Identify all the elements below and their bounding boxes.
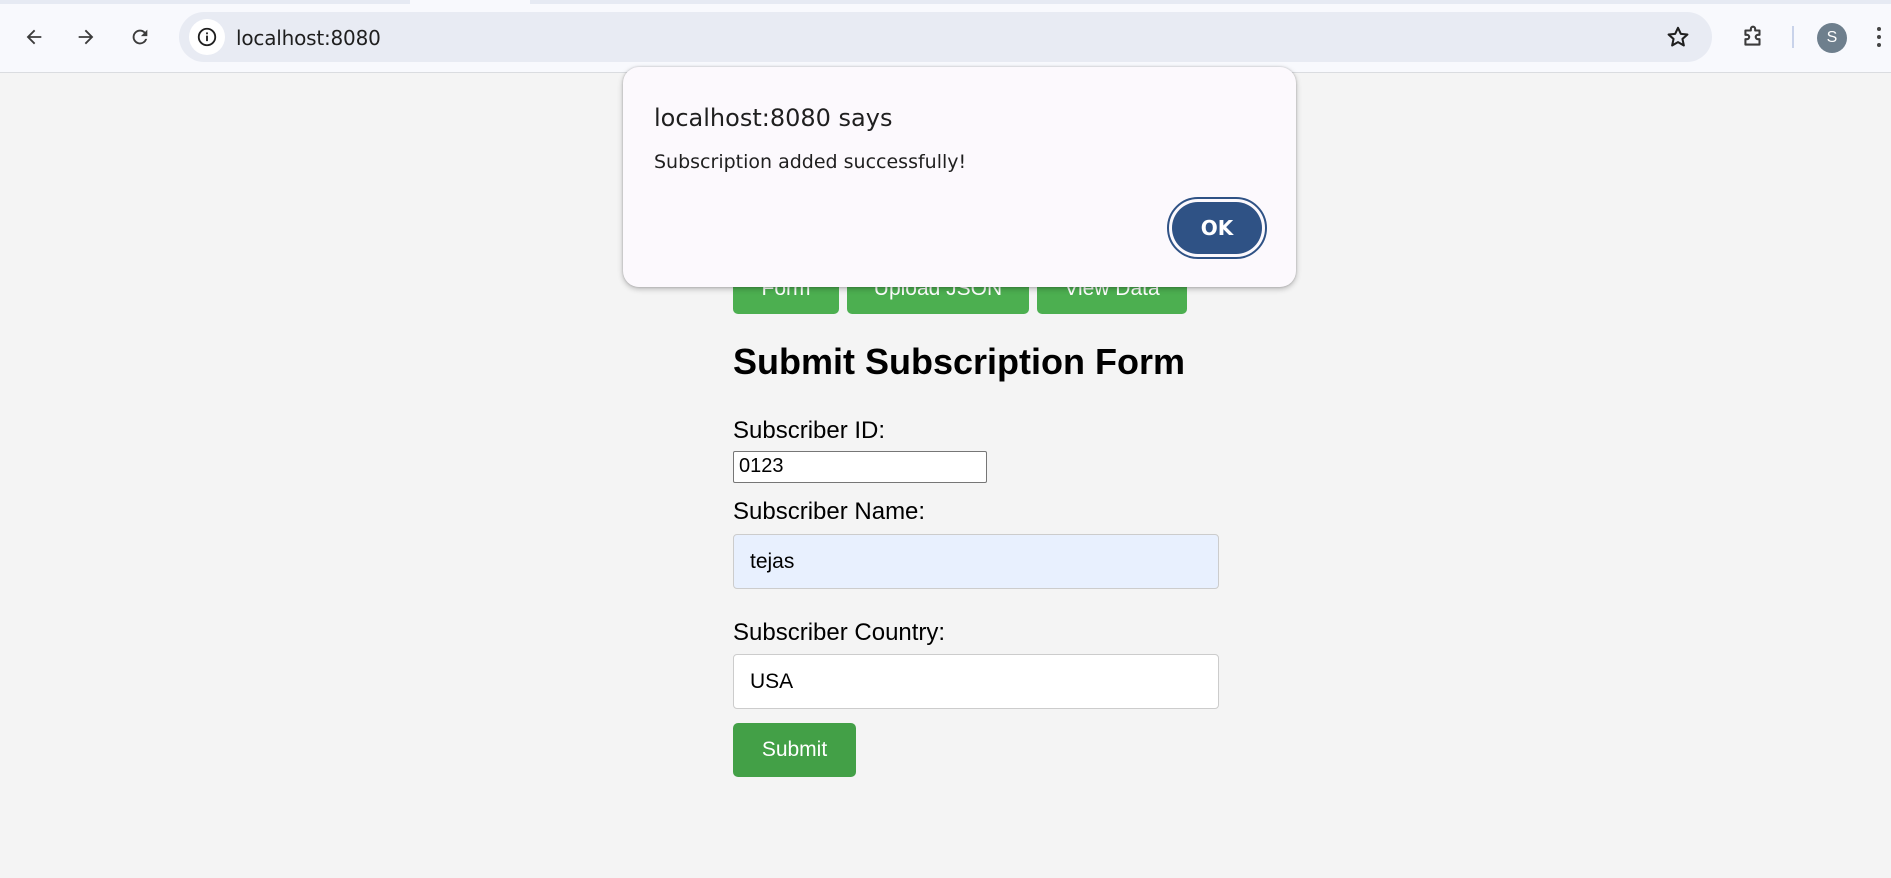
site-info-button[interactable] bbox=[189, 19, 225, 55]
forward-button[interactable] bbox=[68, 19, 104, 55]
reload-icon bbox=[132, 29, 148, 45]
subscriber-country-input[interactable]: USA bbox=[733, 654, 1219, 709]
address-bar[interactable]: localhost:8080 bbox=[179, 12, 1712, 62]
subscriber-country-label: Subscriber Country: bbox=[733, 619, 946, 646]
dialog-title: localhost:8080 says bbox=[654, 104, 893, 132]
subscriber-id-input[interactable]: 0123 bbox=[733, 451, 987, 483]
subscriber-name-input[interactable]: tejas bbox=[733, 534, 1219, 589]
profile-avatar[interactable]: S bbox=[1817, 23, 1847, 53]
info-icon bbox=[197, 27, 217, 47]
subscriber-id-label: Subscriber ID: bbox=[733, 417, 886, 444]
dialog-ok-button[interactable]: OK bbox=[1167, 197, 1267, 259]
kebab-menu-icon[interactable] bbox=[1872, 21, 1886, 53]
puzzle-icon bbox=[1744, 25, 1761, 46]
dialog-ok-label[interactable]: OK bbox=[1172, 202, 1262, 254]
toolbar-divider bbox=[1792, 26, 1794, 48]
dialog-message: Subscription added successfully! bbox=[654, 151, 967, 173]
subscriber-name-label: Subscriber Name: bbox=[733, 498, 926, 525]
submit-button[interactable]: Submit bbox=[733, 723, 856, 777]
alert-dialog: localhost:8080 says Subscription added s… bbox=[623, 67, 1296, 287]
tab-strip bbox=[0, 0, 1891, 4]
url-text[interactable]: localhost:8080 bbox=[236, 26, 381, 50]
back-arrow-icon bbox=[26, 29, 42, 45]
back-button[interactable] bbox=[16, 19, 52, 55]
page-title: Submit Subscription Form bbox=[733, 341, 1186, 382]
browser-toolbar: localhost:8080 S bbox=[0, 0, 1891, 73]
bookmark-button[interactable] bbox=[1662, 21, 1694, 53]
forward-arrow-icon bbox=[78, 29, 94, 45]
extensions-button[interactable] bbox=[1735, 19, 1771, 55]
star-icon bbox=[1667, 26, 1689, 47]
reload-button[interactable] bbox=[122, 19, 158, 55]
